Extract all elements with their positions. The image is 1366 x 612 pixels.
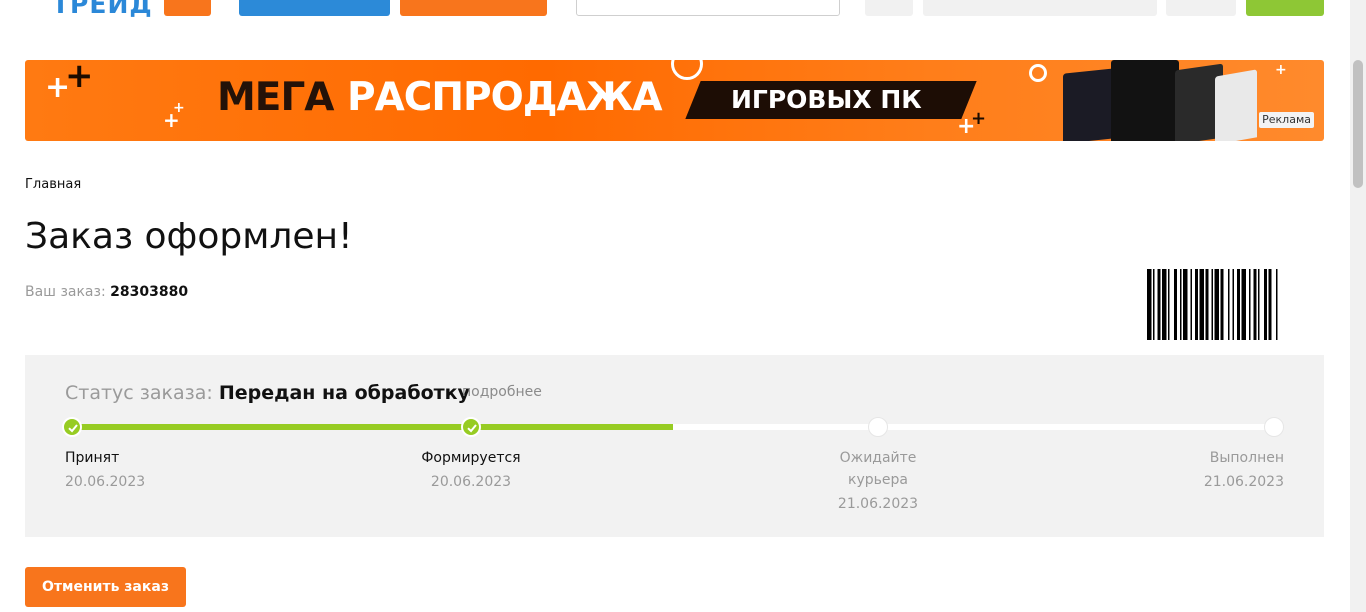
order-barcode-image — [1147, 269, 1278, 340]
barcode-bar — [1258, 269, 1260, 340]
pc-case-image — [1111, 60, 1179, 141]
page-scrollbar[interactable] — [1350, 0, 1366, 612]
plus-decoration-icon: + — [971, 108, 987, 129]
cart-button[interactable] — [1246, 0, 1324, 16]
barcode-bar — [1168, 269, 1170, 340]
barcode-bar — [1241, 269, 1246, 340]
pc-case-image — [1215, 69, 1257, 141]
check-icon — [68, 424, 78, 433]
barcode-bar — [1237, 269, 1240, 340]
barcode-bar — [1190, 269, 1192, 340]
barcode-bar — [1205, 269, 1209, 340]
barcode-bar — [1228, 269, 1230, 340]
logo-badge[interactable] — [164, 0, 211, 16]
barcode-bar — [1147, 269, 1152, 340]
barcode-bar — [1174, 269, 1177, 340]
barcode-bar — [1180, 269, 1182, 340]
status-step-dot — [461, 417, 481, 437]
barcode-bar — [1264, 269, 1267, 340]
pc-case-image — [1063, 68, 1115, 141]
barcode-bar — [1214, 269, 1219, 340]
status-step-date: 21.06.2023 — [1203, 474, 1284, 490]
banner-tag-text: ИГРОВЫХ ПК — [731, 85, 922, 114]
banner-title-part1: МЕГА — [217, 75, 334, 120]
plus-decoration-icon: + — [1275, 62, 1287, 78]
barcode-bar — [1162, 269, 1167, 340]
configurator-button[interactable] — [400, 0, 547, 16]
order-number-line: Ваш заказ: 28303880 — [25, 284, 188, 300]
order-number-value: 28303880 — [110, 284, 189, 300]
status-step-label: Выполнен — [1209, 450, 1284, 466]
order-status-panel: Статус заказа: Передан на обработку подр… — [25, 355, 1324, 537]
status-step-dot — [868, 417, 888, 437]
banner-title-part2: РАСПРОДАЖА — [347, 75, 663, 120]
barcode-bar — [1195, 269, 1198, 340]
ring-decoration-icon — [671, 60, 703, 80]
barcode-bar — [1253, 269, 1257, 340]
site-logo[interactable]: ТРЕЙД — [52, 0, 153, 18]
barcode-bar — [1199, 269, 1204, 340]
barcode-bar — [1268, 269, 1272, 340]
check-icon — [467, 424, 477, 433]
plus-decoration-icon: + — [173, 100, 185, 116]
progress-fill — [72, 424, 673, 430]
barcode-bar — [1276, 269, 1278, 340]
ring-decoration-icon — [1029, 64, 1047, 82]
status-step-label: Ожидайте курьера — [839, 450, 917, 488]
promo-banner[interactable]: + + + + + + + МЕГА РАСПРОДАЖА ИГРОВЫХ ПК… — [25, 60, 1324, 141]
ad-label: Реклама — [1259, 112, 1314, 128]
status-step-label: Формируется — [421, 450, 521, 466]
cancel-order-button[interactable]: Отменить заказ — [25, 567, 186, 607]
status-heading: Статус заказа: Передан на обработку — [65, 380, 470, 406]
status-step-dot — [62, 417, 82, 437]
account-button[interactable] — [923, 0, 1157, 16]
barcode-bar — [1249, 269, 1251, 340]
barcode-bar — [1183, 269, 1188, 340]
barcode-bar — [1153, 269, 1155, 340]
order-number-label: Ваш заказ: — [25, 284, 106, 300]
breadcrumb-home[interactable]: Главная — [25, 177, 81, 192]
order-confirmation-page: ТРЕЙД + + + + + + + МЕГА РАСПРОДАЖА ИГРО… — [0, 0, 1366, 612]
catalog-button[interactable] — [239, 0, 390, 16]
status-step-label: Принят — [65, 450, 120, 466]
status-label: Статус заказа: — [65, 382, 213, 404]
search-input[interactable] — [576, 0, 840, 16]
barcode-bar — [1220, 269, 1224, 340]
status-step-date: 20.06.2023 — [430, 474, 512, 490]
status-value: Передан на обработку — [218, 382, 470, 404]
plus-decoration-icon: + — [65, 60, 94, 96]
barcode-bar — [1232, 269, 1234, 340]
status-step-date: 20.06.2023 — [65, 474, 146, 490]
favorites-button[interactable] — [1166, 0, 1236, 16]
site-header: ТРЕЙД — [0, 0, 1350, 24]
scrollbar-thumb[interactable] — [1353, 60, 1363, 188]
status-step-dot — [1264, 417, 1284, 437]
status-details-link[interactable]: подробнее — [462, 384, 542, 400]
barcode-bar — [1157, 269, 1161, 340]
page-title: Заказ оформлен! — [25, 216, 353, 257]
barcode-bar — [1211, 269, 1213, 340]
compare-button[interactable] — [865, 0, 913, 16]
status-step-date: 21.06.2023 — [837, 496, 919, 512]
